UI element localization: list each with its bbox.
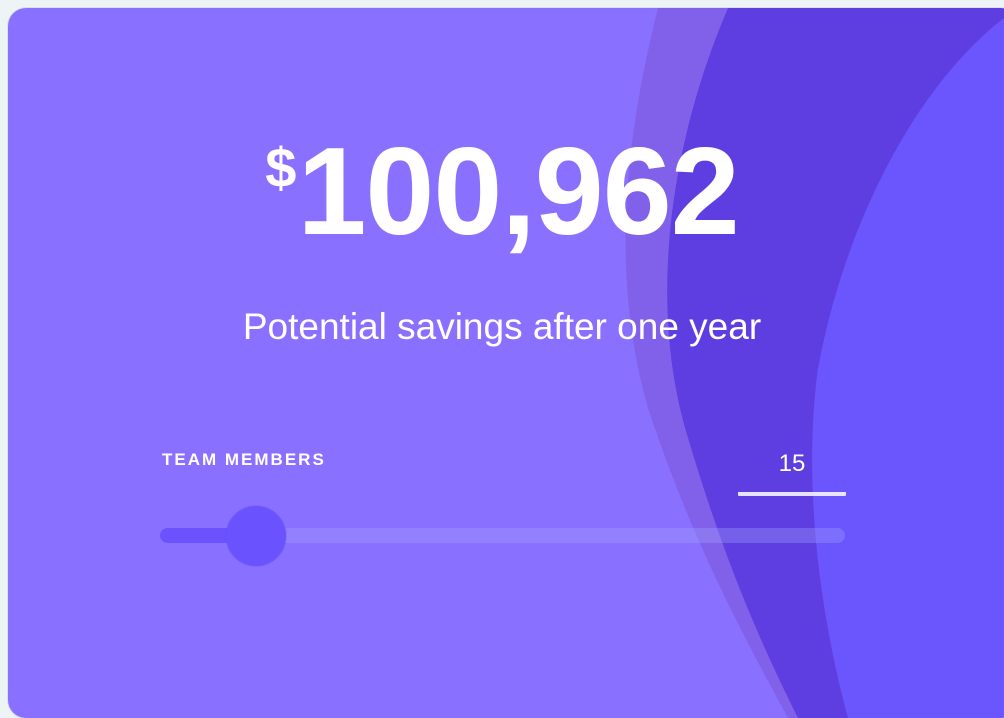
slider-thumb[interactable] bbox=[226, 506, 286, 566]
savings-value: 100,962 bbox=[297, 123, 739, 261]
team-members-input[interactable]: 15 bbox=[738, 448, 846, 496]
currency-symbol: $ bbox=[265, 136, 296, 199]
savings-subtitle: Potential savings after one year bbox=[242, 306, 762, 347]
team-members-label: TEAM MEMBERS bbox=[162, 450, 326, 469]
savings-calculator-card bbox=[8, 8, 1004, 718]
savings-amount: $100,962 bbox=[0, 130, 1004, 254]
team-members-slider[interactable] bbox=[160, 506, 845, 566]
background-waves bbox=[625, 8, 1004, 718]
